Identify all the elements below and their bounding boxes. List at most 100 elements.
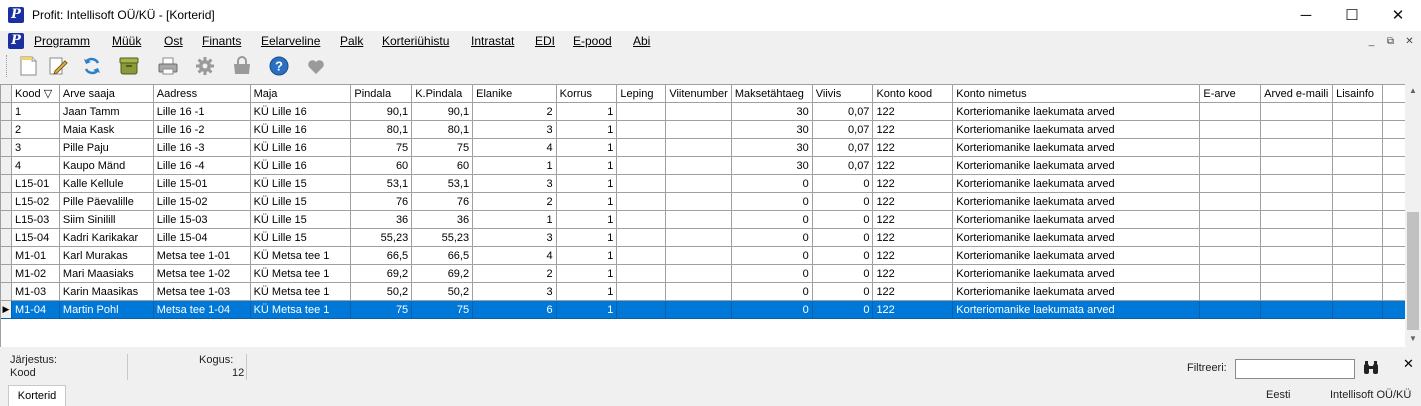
table-cell[interactable] bbox=[1260, 174, 1334, 193]
table-cell[interactable] bbox=[665, 228, 732, 247]
table-cell[interactable]: 122 bbox=[872, 120, 954, 139]
table-cell[interactable]: Kalle Kellule bbox=[59, 174, 154, 193]
table-cell[interactable]: 3 bbox=[472, 228, 557, 247]
table-cell[interactable] bbox=[1332, 246, 1384, 265]
column-header-e-arve[interactable]: E-arve bbox=[1199, 85, 1262, 103]
document-menu-icon[interactable]: P bbox=[8, 33, 24, 49]
menu-korteriuhistu[interactable]: Korteriühistu bbox=[382, 34, 449, 48]
table-cell[interactable]: 0 bbox=[731, 300, 813, 319]
row-indicator[interactable] bbox=[1, 228, 12, 247]
table-cell[interactable]: KÜ Lille 16 bbox=[250, 156, 352, 175]
table-cell[interactable]: 76 bbox=[411, 192, 474, 211]
table-cell[interactable]: 36 bbox=[411, 210, 474, 229]
table-cell[interactable] bbox=[1260, 228, 1334, 247]
table-row[interactable]: 1 Jaan Tamm Lille 16 -1 KÜ Lille 16 90,1 90,1… bbox=[1, 102, 1406, 121]
table-cell[interactable] bbox=[1199, 156, 1262, 175]
table-cell[interactable] bbox=[1260, 282, 1334, 301]
table-cell[interactable]: KÜ Lille 16 bbox=[250, 138, 352, 157]
table-cell[interactable]: 69,2 bbox=[350, 264, 413, 283]
new-document-icon[interactable] bbox=[17, 55, 39, 77]
table-cell[interactable]: Kaupo Mänd bbox=[59, 156, 154, 175]
menu-edi[interactable]: EDI bbox=[535, 34, 555, 48]
table-cell[interactable]: 1 bbox=[556, 192, 618, 211]
table-cell[interactable]: 30 bbox=[731, 156, 813, 175]
table-cell[interactable] bbox=[616, 228, 667, 247]
table-cell[interactable]: 1 bbox=[556, 210, 618, 229]
table-cell[interactable]: KÜ Metsa tee 1 bbox=[250, 246, 352, 265]
table-cell[interactable] bbox=[1199, 228, 1262, 247]
vertical-scrollbar[interactable]: ▲ ▼ bbox=[1405, 84, 1421, 346]
table-cell[interactable]: M1-01 bbox=[11, 246, 60, 265]
table-cell[interactable] bbox=[616, 300, 667, 319]
table-cell[interactable]: 75 bbox=[350, 138, 413, 157]
table-row[interactable]: M1-01 Karl Murakas Metsa tee 1-01 KÜ Metsa… bbox=[1, 246, 1406, 265]
table-cell[interactable]: 122 bbox=[872, 174, 954, 193]
table-cell[interactable]: M1-04 bbox=[11, 300, 60, 319]
table-cell[interactable]: KÜ Lille 15 bbox=[250, 210, 352, 229]
row-indicator[interactable] bbox=[1, 246, 12, 265]
table-cell[interactable]: 1 bbox=[472, 210, 557, 229]
table-row[interactable]: 2 Maia Kask Lille 16 -2 KÜ Lille 16 80,1 80,1… bbox=[1, 120, 1406, 139]
table-cell[interactable]: 0 bbox=[812, 228, 874, 247]
column-header-viitenumber[interactable]: Viitenumber bbox=[665, 85, 732, 103]
table-cell[interactable] bbox=[665, 300, 732, 319]
table-cell[interactable] bbox=[665, 282, 732, 301]
table-cell[interactable] bbox=[665, 210, 732, 229]
table-cell[interactable]: 1 bbox=[556, 264, 618, 283]
table-cell[interactable]: Korteriomanike laekumata arved bbox=[952, 228, 1201, 247]
table-cell[interactable] bbox=[1332, 300, 1384, 319]
table-cell[interactable]: 53,1 bbox=[411, 174, 474, 193]
table-cell[interactable]: Korteriomanike laekumata arved bbox=[952, 210, 1201, 229]
table-cell[interactable]: 66,5 bbox=[411, 246, 474, 265]
table-cell[interactable] bbox=[665, 246, 732, 265]
table-cell[interactable]: Siim Sinilill bbox=[59, 210, 154, 229]
table-cell[interactable]: Korteriomanike laekumata arved bbox=[952, 102, 1201, 121]
table-cell[interactable]: 69,2 bbox=[411, 264, 474, 283]
table-cell[interactable]: 60 bbox=[411, 156, 474, 175]
table-cell[interactable]: 4 bbox=[472, 138, 557, 157]
table-cell[interactable]: 122 bbox=[872, 228, 954, 247]
table-cell[interactable]: 60 bbox=[350, 156, 413, 175]
column-header-aadress[interactable]: Aadress bbox=[153, 85, 251, 103]
table-cell[interactable]: 1 bbox=[556, 300, 618, 319]
table-cell[interactable]: KÜ Lille 15 bbox=[250, 228, 352, 247]
table-cell[interactable]: Lille 16 -2 bbox=[153, 120, 251, 139]
table-cell[interactable] bbox=[616, 102, 667, 121]
table-row[interactable]: ▶ M1-04 Martin Pohl Metsa tee 1-04 KÜ Metsa… bbox=[1, 300, 1406, 319]
binoculars-search-icon[interactable] bbox=[1362, 360, 1380, 376]
table-cell[interactable]: 0 bbox=[731, 174, 813, 193]
row-indicator[interactable] bbox=[1, 174, 12, 193]
table-row[interactable]: 3 Pille Paju Lille 16 -3 KÜ Lille 16 75 75 4 1 3… bbox=[1, 138, 1406, 157]
apartments-grid[interactable]: Kood ▽ Arve saaja Aadress Maja Pindala K… bbox=[0, 84, 1406, 347]
column-header-korrus[interactable]: Korrus bbox=[556, 85, 618, 103]
table-cell[interactable]: 0,07 bbox=[812, 120, 874, 139]
menu-eelarveline[interactable]: Eelarveline bbox=[261, 34, 320, 48]
mdi-restore-button[interactable]: ⧉ bbox=[1384, 36, 1397, 48]
menu-intrastat[interactable]: Intrastat bbox=[471, 34, 514, 48]
table-cell[interactable]: L15-02 bbox=[11, 192, 60, 211]
table-cell[interactable] bbox=[665, 174, 732, 193]
table-cell[interactable]: 4 bbox=[472, 246, 557, 265]
table-cell[interactable]: 2 bbox=[11, 120, 60, 139]
table-cell[interactable] bbox=[1199, 192, 1262, 211]
table-cell[interactable]: 0 bbox=[731, 282, 813, 301]
settings-gear-icon[interactable] bbox=[194, 55, 216, 77]
table-cell[interactable]: Korteriomanike laekumata arved bbox=[952, 138, 1201, 157]
table-cell[interactable]: Korteriomanike laekumata arved bbox=[952, 264, 1201, 283]
table-cell[interactable]: 50,2 bbox=[350, 282, 413, 301]
table-cell[interactable]: Korteriomanike laekumata arved bbox=[952, 120, 1201, 139]
table-cell[interactable] bbox=[616, 120, 667, 139]
help-icon[interactable]: ? bbox=[268, 55, 290, 77]
table-cell[interactable] bbox=[1332, 156, 1384, 175]
table-cell[interactable]: L15-01 bbox=[11, 174, 60, 193]
scroll-up-arrow-icon[interactable]: ▲ bbox=[1405, 84, 1421, 98]
table-cell[interactable] bbox=[616, 264, 667, 283]
table-cell[interactable]: 1 bbox=[11, 102, 60, 121]
table-cell[interactable]: 0 bbox=[812, 192, 874, 211]
table-cell[interactable]: Maia Kask bbox=[59, 120, 154, 139]
menu-ost[interactable]: Ost bbox=[164, 34, 183, 48]
table-cell[interactable]: 122 bbox=[872, 300, 954, 319]
table-cell[interactable] bbox=[1199, 138, 1262, 157]
table-cell[interactable] bbox=[616, 282, 667, 301]
table-cell[interactable]: Lille 15-01 bbox=[153, 174, 251, 193]
